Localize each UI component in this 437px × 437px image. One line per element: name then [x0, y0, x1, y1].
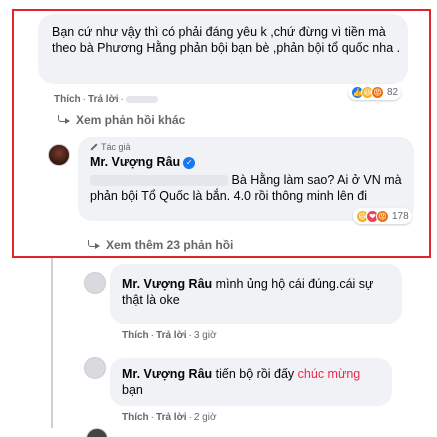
reply-text-content: bạn — [122, 383, 143, 397]
like-link[interactable]: Thích — [122, 330, 149, 341]
author-badge-label: Tác giả — [101, 142, 131, 152]
pencil-icon — [90, 143, 98, 151]
reply-link[interactable]: Trả lời — [156, 412, 186, 423]
blurred-time — [125, 95, 158, 103]
avatar[interactable] — [86, 428, 108, 437]
see-other-replies-label: Xem phản hồi khác — [76, 113, 186, 127]
like-link[interactable]: Thích — [122, 412, 149, 423]
reply-author[interactable]: Mr. Vượng Râu ✓ — [90, 155, 196, 169]
see-more-replies-label: Xem thêm 23 phản hồi — [106, 238, 234, 252]
reply-link[interactable]: Trả lời — [88, 94, 118, 105]
like-link[interactable]: Thích — [54, 94, 81, 105]
timestamp[interactable]: 3 giờ — [194, 330, 217, 341]
reply-bubble: Mr. Vượng Râu mình ủng hộ cái đúng.cái s… — [110, 264, 402, 324]
reply-actions: Thích · Trả lời · 3 giờ — [122, 330, 217, 341]
avatar[interactable] — [84, 357, 106, 379]
see-other-replies[interactable]: Xem phản hồi khác — [58, 113, 185, 127]
blurred-mention — [90, 175, 228, 187]
reply-text: Bà Hằng làm sao? Ai ở VN mà phản bội Tổ … — [90, 172, 410, 204]
timestamp[interactable]: 2 giờ — [194, 412, 217, 423]
reaction-count: 178 — [392, 210, 409, 222]
angry-reaction-icon: 😡 — [371, 85, 384, 99]
reply-text: Mr. Vượng Râu tiến bộ rồi đấy chúc mừng … — [122, 366, 384, 398]
author-badge: Tác giả — [90, 142, 131, 152]
comment-actions: Thích · Trả lời · — [54, 94, 158, 105]
reply-link[interactable]: Trả lời — [156, 330, 186, 341]
reply-arrow-icon — [58, 115, 70, 125]
comment-text: Bạn cứ như vậy thì có phải đáng yêu k ,c… — [52, 25, 401, 55]
reply-text-content: tiến bộ rồi đấy — [215, 367, 295, 381]
thread-line — [51, 258, 53, 428]
see-more-replies[interactable]: Xem thêm 23 phản hồi — [88, 238, 233, 252]
reply-actions: Thích · Trả lời · 2 giờ — [122, 412, 217, 423]
verified-icon: ✓ — [183, 156, 196, 169]
comment-bubble: Bạn cứ như vậy thì có phải đáng yêu k ,c… — [38, 14, 408, 84]
reply-author-name[interactable]: Mr. Vượng Râu — [90, 155, 180, 169]
reply-bubble: Mr. Vượng Râu tiến bộ rồi đấy chúc mừng … — [110, 358, 392, 406]
avatar[interactable] — [84, 272, 106, 294]
reaction-summary[interactable]: 👍 😆 😡 82 — [348, 84, 402, 100]
reaction-count: 82 — [387, 86, 399, 98]
reply-arrow-icon — [88, 240, 100, 250]
reply-text-highlight: chúc mừng — [297, 367, 361, 381]
angry-reaction-icon: 😡 — [376, 209, 389, 223]
reaction-summary[interactable]: 😆 ❤ 😡 178 — [353, 208, 412, 224]
reply-author-name[interactable]: Mr. Vượng Râu — [122, 367, 212, 381]
reply-author-name[interactable]: Mr. Vượng Râu — [122, 277, 212, 291]
avatar[interactable] — [48, 144, 70, 166]
reply-text: Mr. Vượng Râu mình ủng hộ cái đúng.cái s… — [122, 276, 394, 308]
